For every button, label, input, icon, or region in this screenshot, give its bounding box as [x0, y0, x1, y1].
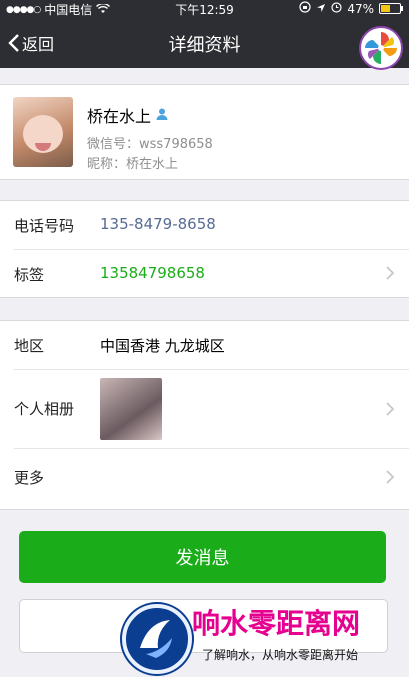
alarm-icon: [331, 1, 342, 16]
location-icon: [316, 2, 326, 16]
chevron-right-icon: [386, 266, 395, 280]
page-title: 详细资料: [168, 35, 241, 56]
wechat-id: 微信号：wss798658: [87, 137, 213, 152]
top-bar: ●●●●○ 中国电信 下午12:59 47% 返回 详细资料: [0, 0, 409, 70]
watermark: 响水零距离网 了解响水，从响水零距离开始: [110, 598, 409, 677]
watermark-logo-icon: [122, 604, 192, 674]
tag-row[interactable]: 标签 13584798658: [14, 250, 409, 298]
region-label: 地区: [14, 337, 45, 355]
nav-bar: 返回 详细资料: [0, 18, 409, 70]
phone-row[interactable]: 电话号码 135-8479-8658: [14, 201, 409, 250]
nickname: 昵称：桥在水上: [87, 157, 179, 172]
album-row[interactable]: 个人相册: [14, 370, 409, 449]
pinwheel-logo-icon: [359, 26, 403, 70]
album-label: 个人相册: [14, 400, 75, 418]
avatar[interactable]: [13, 97, 73, 167]
contact-person-icon: [155, 106, 169, 125]
more-label: 更多: [14, 469, 45, 487]
orientation-lock-icon: [299, 1, 311, 16]
phone-label: 电话号码: [14, 217, 75, 235]
battery-percent: 47%: [347, 1, 374, 16]
profile-name: 桥在水上: [87, 107, 152, 126]
chevron-right-icon: [386, 402, 395, 416]
contact-section: 电话号码 135-8479-8658 标签 13584798658: [0, 200, 409, 298]
watermark-title: 响水零距离网: [192, 607, 361, 640]
details-section: 地区 中国香港 九龙城区 个人相册 更多: [0, 320, 409, 510]
profile-name-row: 桥在水上: [87, 103, 169, 127]
status-bar: ●●●●○ 中国电信 下午12:59 47%: [0, 0, 409, 18]
album-thumbnail[interactable]: [100, 378, 162, 440]
phone-value[interactable]: 135-8479-8658: [100, 215, 216, 233]
battery-icon: [379, 3, 403, 14]
tag-label: 标签: [14, 266, 45, 284]
region-value: 中国香港 九龙城区: [100, 337, 225, 355]
status-right: 47%: [299, 1, 403, 16]
profile-card: 桥在水上 微信号：wss798658 昵称：桥在水上: [0, 84, 409, 180]
more-row[interactable]: 更多: [14, 449, 409, 505]
chevron-right-icon: [386, 470, 395, 484]
watermark-subtitle: 了解响水，从响水零距离开始: [202, 648, 359, 662]
region-row: 地区 中国香港 九龙城区: [14, 321, 409, 370]
send-message-button[interactable]: 发消息: [19, 531, 386, 583]
tag-value: 13584798658: [100, 264, 205, 282]
